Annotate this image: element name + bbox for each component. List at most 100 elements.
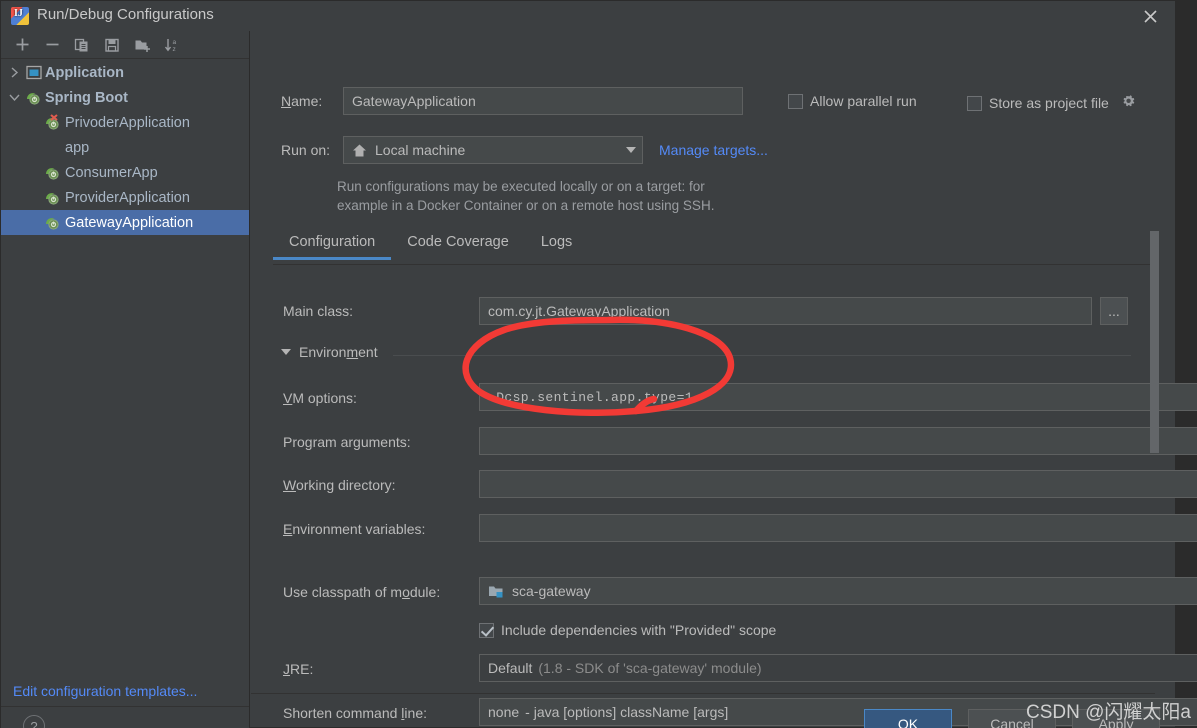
dialog-title: Run/Debug Configurations <box>37 6 214 23</box>
shorten-command-line-detail: - java [options] className [args] <box>525 704 729 720</box>
edit-configuration-templates-link[interactable]: Edit configuration templates... <box>13 683 197 699</box>
allow-parallel-run-box[interactable] <box>788 93 803 109</box>
gear-icon[interactable] <box>1120 93 1137 113</box>
vm-options-value: -Dcsp.sentinel.app.type=1 <box>488 389 694 405</box>
environment-variables-label: Environment variables: <box>283 521 426 537</box>
jre-value: Default <box>488 660 533 676</box>
use-classpath-label: Use classpath of module: <box>283 584 441 600</box>
main-class-label: Main class: <box>283 303 354 319</box>
tree-node-label: app <box>65 139 90 156</box>
vm-options-label: VM options: <box>283 390 357 406</box>
tree-node-privoderapplication[interactable]: PrivoderApplication <box>1 110 249 135</box>
run-on-combo[interactable]: Local machine <box>343 136 643 164</box>
tree-node-spring-boot[interactable]: Spring Boot <box>1 85 249 110</box>
tree-node-label: GatewayApplication <box>65 214 194 231</box>
run-on-hint-line1: Run configurations may be executed local… <box>337 179 705 194</box>
store-as-project-file-label: Store as project file <box>989 95 1109 111</box>
tabs-underline <box>273 264 1155 265</box>
run-on-label: Run on: <box>281 142 331 158</box>
tree-node-gatewayapplication[interactable]: GatewayApplication <box>1 210 249 235</box>
run-on-value: Local machine <box>375 142 466 158</box>
run-on-hint-line2: example in a Docker Container or on a re… <box>337 198 715 213</box>
vm-options-input[interactable]: -Dcsp.sentinel.app.type=1 <box>479 383 1197 411</box>
new-folder-button[interactable] <box>127 33 157 57</box>
program-arguments-input[interactable] <box>479 427 1197 455</box>
copy-configuration-button[interactable] <box>67 33 97 57</box>
tree-node-privoderapplication-app[interactable]: app <box>1 135 249 160</box>
program-arguments-label: Program arguments: <box>283 434 411 450</box>
background-editor: 匆/月 <box>1176 0 1197 728</box>
working-directory-input[interactable] <box>479 470 1197 498</box>
svg-text:a: a <box>172 39 176 46</box>
dialog-titlebar: Run/Debug Configurations <box>1 1 1177 31</box>
spring-boot-icon <box>43 160 65 185</box>
tree-node-label: Application <box>45 64 124 81</box>
tree-node-consumerapp[interactable]: ConsumerApp <box>1 160 249 185</box>
close-icon[interactable] <box>1135 3 1165 29</box>
spring-boot-icon <box>43 210 65 235</box>
configurations-tree: Application Spring Boot PrivoderApplicat… <box>1 60 249 671</box>
save-configuration-button[interactable] <box>97 33 127 57</box>
jre-label: JRE: <box>283 661 314 677</box>
configuration-editor-panel: Name: GatewayApplication Allow parallel … <box>251 31 1197 727</box>
jre-value-detail: (1.8 - SDK of 'sca-gateway' module) <box>538 660 762 676</box>
store-as-project-file-box[interactable] <box>967 95 982 111</box>
main-class-input[interactable]: com.cy.jt.GatewayApplication <box>479 297 1092 325</box>
environment-group-header[interactable]: Environment <box>281 344 378 360</box>
tree-node-application[interactable]: Application <box>1 60 249 85</box>
tab-code-coverage[interactable]: Code Coverage <box>391 226 525 260</box>
tab-logs[interactable]: Logs <box>525 226 588 260</box>
spring-boot-icon <box>43 185 65 210</box>
spring-boot-icon <box>23 85 45 110</box>
application-icon <box>23 60 45 85</box>
use-classpath-value: sca-gateway <box>512 583 591 599</box>
svg-text:z: z <box>172 46 175 53</box>
name-label: Name: <box>281 93 323 109</box>
tree-toolbar: a z <box>1 31 249 59</box>
shorten-command-line-value: none <box>488 704 520 720</box>
chevron-right-icon[interactable] <box>5 60 23 85</box>
manage-targets-link[interactable]: Manage targets... <box>659 142 768 158</box>
editor-scrollbar-thumb[interactable] <box>1150 231 1159 453</box>
left-panel-divider <box>1 706 249 707</box>
store-as-project-file-checkbox[interactable]: Store as project file <box>967 93 1137 113</box>
main-class-value: com.cy.jt.GatewayApplication <box>488 303 670 319</box>
ok-button[interactable]: OK <box>864 709 952 728</box>
tree-node-label: PrivoderApplication <box>65 114 190 131</box>
editor-tabs: Configuration Code Coverage Logs <box>273 226 588 260</box>
include-dependencies-box[interactable] <box>479 622 494 638</box>
tree-node-label: ConsumerApp <box>65 164 158 181</box>
module-icon <box>488 584 504 599</box>
chevron-down-icon[interactable] <box>5 85 23 110</box>
shorten-command-line-label: Shorten command line: <box>283 705 427 721</box>
run-on-hint: Run configurations may be executed local… <box>337 177 977 215</box>
help-button[interactable]: ? <box>23 715 45 728</box>
intellij-idea-icon <box>11 7 29 25</box>
include-dependencies-checkbox[interactable]: Include dependencies with "Provided" sco… <box>479 622 776 638</box>
remove-configuration-button[interactable] <box>37 33 67 57</box>
sort-alphabetically-icon[interactable]: a z <box>157 33 187 57</box>
use-classpath-combo[interactable]: sca-gateway <box>479 577 1197 605</box>
include-dependencies-label: Include dependencies with "Provided" sco… <box>501 622 777 638</box>
run-debug-configurations-dialog: 匆/月 Run/Debug Configurations <box>0 0 1197 728</box>
tree-node-label: ProviderApplication <box>65 189 190 206</box>
name-input[interactable]: GatewayApplication <box>343 87 743 115</box>
allow-parallel-run-checkbox[interactable]: Allow parallel run <box>788 93 917 109</box>
environment-variables-input[interactable] <box>479 514 1197 542</box>
home-icon <box>352 143 367 158</box>
add-configuration-button[interactable] <box>7 33 37 57</box>
name-input-value: GatewayApplication <box>352 93 476 109</box>
footer-divider <box>251 693 1155 694</box>
tree-node-providerapplication[interactable]: ProviderApplication <box>1 185 249 210</box>
csdn-watermark: CSDN @闪耀太阳a <box>1026 702 1191 723</box>
chevron-down-icon[interactable] <box>281 349 291 355</box>
dialog-window: Run/Debug Configurations <box>0 0 1197 728</box>
chevron-down-icon[interactable] <box>626 147 636 153</box>
jre-combo[interactable]: Default (1.8 - SDK of 'sca-gateway' modu… <box>479 654 1197 682</box>
spring-boot-icon <box>43 110 65 135</box>
allow-parallel-run-label: Allow parallel run <box>810 93 917 109</box>
configurations-tree-panel: a z Application Spring Boot PrivoderAppl… <box>1 31 250 728</box>
tab-configuration[interactable]: Configuration <box>273 226 392 260</box>
working-directory-label: Working directory: <box>283 477 396 493</box>
main-class-browse-button[interactable]: ... <box>1100 297 1128 325</box>
